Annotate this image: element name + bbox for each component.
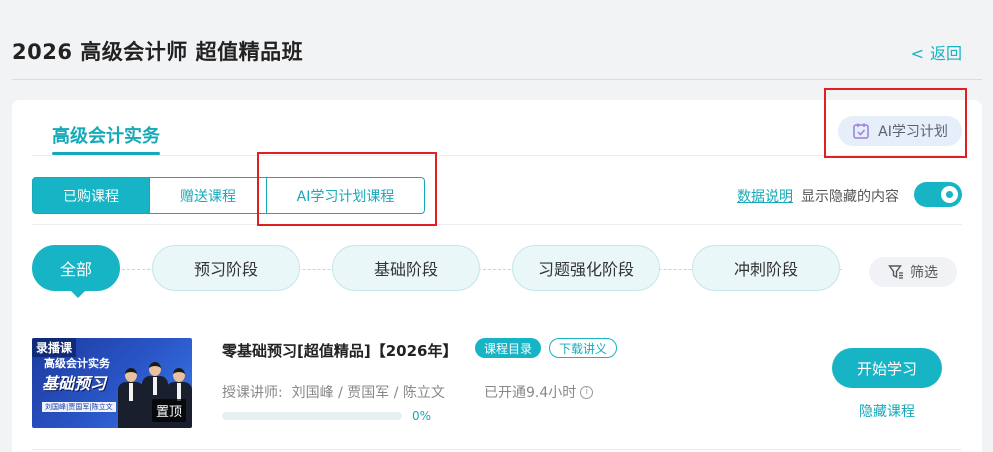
data-explain-link[interactable]: 数据说明 <box>737 186 793 206</box>
show-hidden-label: 显示隐藏的内容 <box>801 189 899 205</box>
course-type-tabs: 已购课程 赠送课程 AI学习计划课程 <box>32 177 425 214</box>
ai-plan-button[interactable]: AI学习计划 <box>838 116 962 146</box>
pin-to-top-button[interactable]: 置顶 <box>151 399 186 422</box>
teachers-names: 刘国峰 / 贾国军 / 陈立文 <box>291 385 445 401</box>
chevron-left-icon: < <box>910 44 924 63</box>
stage-active-pointer <box>70 290 86 298</box>
course-catalog-badge[interactable]: 课程目录 <box>475 338 542 358</box>
stage-preview[interactable]: 预习阶段 <box>152 245 300 291</box>
divider <box>32 155 962 156</box>
teachers-label: 授课讲师: <box>222 385 283 401</box>
opened-text: 已开通9.4小时 <box>484 385 577 401</box>
thumbnail-subject: 高级会计实务 <box>44 357 110 370</box>
stage-basic[interactable]: 基础阶段 <box>332 245 480 291</box>
progress-bar <box>222 412 402 420</box>
teacher-figure <box>118 368 144 428</box>
stage-all[interactable]: 全部 <box>32 245 120 291</box>
info-icon[interactable]: i <box>580 385 594 399</box>
divider <box>32 224 962 225</box>
page-title: 2026 高级会计师 超值精品班 <box>12 40 304 64</box>
back-link[interactable]: < 返回 <box>911 40 962 64</box>
course-thumbnail[interactable]: 录播课 高级会计实务 基础预习 刘国峰|贾国军|陈立文 置顶 <box>32 338 192 428</box>
toggle-knob <box>941 186 958 203</box>
page-header: 2026 高级会计师 超值精品班 < 返回 <box>12 0 982 80</box>
filter-button[interactable]: 筛选 <box>869 257 957 287</box>
stage-sprint[interactable]: 冲刺阶段 <box>692 245 840 291</box>
stage-exercise[interactable]: 习题强化阶段 <box>512 245 660 291</box>
tab-subject[interactable]: 高级会计实务 <box>52 122 160 148</box>
download-notes-badge[interactable]: 下载讲义 <box>549 338 618 358</box>
start-learning-button[interactable]: 开始学习 <box>832 348 942 388</box>
teachers-info: 授课讲师: 刘国峰 / 贾国军 / 陈立文 <box>222 382 445 402</box>
progress-text: 0% <box>412 409 432 423</box>
back-label: 返回 <box>929 44 962 63</box>
tab-gifted[interactable]: 赠送课程 <box>150 177 267 214</box>
opened-duration: 已开通9.4小时 i <box>484 382 594 402</box>
tab-ai-plan-courses[interactable]: AI学习计划课程 <box>267 177 425 214</box>
course-title[interactable]: 零基础预习[超值精品]【2026年】 <box>222 340 457 361</box>
hide-course-link[interactable]: 隐藏课程 <box>859 401 915 421</box>
course-item: 录播课 高级会计实务 基础预习 刘国峰|贾国军|陈立文 置顶 零基础预习[超值精… <box>32 335 962 450</box>
thumbnail-teachers: 刘国峰|贾国军|陈立文 <box>42 402 116 412</box>
filter-label: 筛选 <box>910 265 938 281</box>
calendar-check-icon <box>853 123 869 139</box>
course-card-panel: 高级会计实务 AI学习计划 已购课程 赠送课程 AI学习计划课程 数据说明 显示… <box>12 100 982 452</box>
thumbnail-course-name: 基础预习 <box>42 374 107 393</box>
ai-plan-label: AI学习计划 <box>878 124 948 140</box>
show-hidden-toggle[interactable] <box>914 182 962 207</box>
tab-purchased[interactable]: 已购课程 <box>32 177 150 214</box>
filter-icon <box>888 265 903 279</box>
